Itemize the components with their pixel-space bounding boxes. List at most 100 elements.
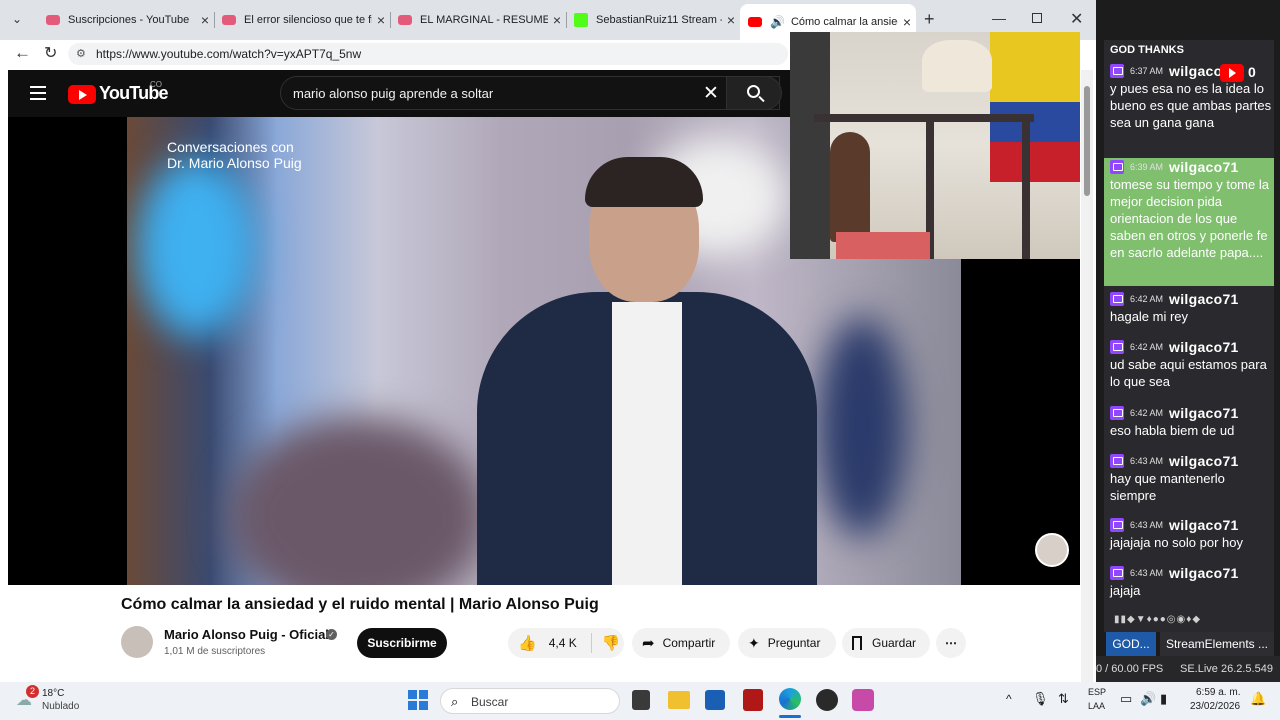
battery-icon[interactable]: ▮ [1160,691,1167,707]
weather-desc[interactable]: Nublado [42,701,79,712]
close-icon[interactable]: × [722,12,740,28]
chat-dock: GOD THANKS 6:37 AM wilgaco71 y pues esa n… [1104,40,1274,632]
taskbar-search[interactable]: ⌕ Buscar [440,688,620,714]
twitch-icon [1110,64,1124,78]
obs-icon[interactable] [816,689,838,711]
site-info-icon[interactable]: ⚙ [76,47,86,60]
dock-tab-streamelements[interactable]: StreamElements ... [1160,632,1274,656]
cam-cowboy-hat [922,40,992,92]
subscribe-button[interactable]: Suscribirme [357,628,447,658]
channel-name[interactable]: Mario Alonso Puig - Oficial [164,627,329,642]
msg-user: wilgaco71 [1169,565,1239,581]
back-arrow-icon[interactable]: ← [14,43,31,63]
maximize-icon[interactable] [1032,13,1042,23]
msg-user: wilgaco71 [1169,517,1239,533]
youtube-badge-count: 0 [1248,64,1256,80]
tray-chevron-icon[interactable]: ^ [1006,692,1012,706]
reload-icon[interactable]: ↻ [44,43,57,63]
tab-list-chevron-icon[interactable]: ⌄ [12,12,22,26]
cam-flag-yellow [990,32,1080,102]
subscriber-count: 1,01 M de suscriptores [164,646,266,657]
msg-text: ud sabe aqui estamos para lo que sea [1110,357,1267,389]
scrollbar-thumb[interactable] [1084,86,1090,196]
channel-watermark-avatar[interactable] [1035,533,1069,567]
chat-message: 6:42 AM wilgaco71 ud sabe aqui estamos pa… [1104,338,1274,390]
msg-text: y pues esa no es la idea lo bueno es que… [1110,81,1272,130]
youtube-favicon-icon [398,15,412,25]
msg-text: jajajaja no solo por hoy [1110,535,1243,550]
youtube-favicon-icon [46,15,60,25]
share-button[interactable]: ➦ Compartir [632,628,730,658]
clock-time[interactable]: 6:59 a. m. [1196,687,1240,698]
like-icon[interactable]: 👍 [518,634,537,652]
store-icon[interactable] [705,690,725,710]
close-icon[interactable]: × [548,12,566,28]
speaker-icon[interactable]: 🔊 [770,15,785,29]
clear-search-icon[interactable]: ✕ [703,82,719,105]
active-app-indicator [779,715,801,718]
chat-app-icon[interactable] [852,689,874,711]
save-label: Guardar [872,636,917,650]
emote-row-icons: ▮▮◆▼♦●●◎◉♦◆ [1114,614,1202,625]
search-input[interactable]: mario alonso puig aprende a soltar ✕ [280,76,780,110]
file-explorer-icon[interactable] [668,691,690,709]
close-icon[interactable]: × [372,12,390,28]
language-code[interactable]: ESP [1088,687,1106,697]
tab-title: Cómo calmar la ansieda [790,16,898,28]
taskbar: ☁ 2 18°C Nublado ⌕ Buscar ^ 🎙 ⇅ ESP LAA … [0,682,1280,720]
search-button[interactable] [726,76,782,110]
channel-avatar[interactable] [121,626,153,658]
tab-subscriptions[interactable]: Suscripciones - YouTube × [38,6,214,34]
new-tab-plus-icon[interactable]: + [924,9,935,30]
clock-date[interactable]: 23/02/2026 [1190,701,1240,712]
msg-user: wilgaco71 [1169,339,1239,355]
tab-title: Suscripciones - YouTube [68,14,190,26]
search-icon-handle [758,95,765,103]
chat-header: GOD THANKS [1110,44,1184,56]
share-icon: ➦ [642,635,655,652]
task-view-icon[interactable] [632,690,650,710]
edge-browser-icon[interactable] [779,688,801,710]
tab-sebastian-stream[interactable]: SebastianRuiz11 Stream - W × [566,6,740,34]
speaker-shirt [612,302,682,585]
msg-time: 6:43 AM [1130,520,1164,530]
ask-button[interactable]: ✦ Preguntar [738,628,836,658]
like-divider [590,633,592,653]
url-field[interactable]: ⚙ https://www.youtube.com/watch?v=yxAPT7… [68,43,788,65]
obs-status-bar: 0 / 60.00 FPS SE.Live 26.2.5.549 [1096,656,1280,682]
msg-text: eso habla biem de ud [1110,423,1235,438]
network-icon[interactable]: ⇅ [1058,691,1069,707]
more-actions-icon[interactable]: ⋯ [936,628,966,658]
youtube-logo-icon[interactable] [68,85,96,104]
app-icon[interactable] [743,689,763,711]
twitch-icon [1110,340,1124,354]
volume-icon[interactable]: 🔊 [1140,691,1156,707]
page-scrollbar[interactable] [1081,70,1093,682]
dock-tab-god[interactable]: GOD... [1106,632,1156,656]
youtube-favicon-icon [222,15,236,25]
close-icon[interactable]: × [898,14,916,30]
microphone-icon[interactable]: 🎙 [1032,691,1049,707]
close-window-icon[interactable]: ✕ [1070,9,1083,29]
tab-error-silencioso[interactable]: El error silencioso que te fren × [214,6,390,34]
language-layout[interactable]: LAA [1088,701,1105,711]
tab-title: SebastianRuiz11 Stream - W [596,14,722,26]
windows-start-icon[interactable] [408,690,428,710]
overlay-line-1: Conversaciones con [167,139,294,155]
msg-text: hagale mi rey [1110,309,1189,324]
minimize-icon[interactable]: — [992,10,1006,26]
close-icon[interactable]: × [196,12,214,28]
version-readout: SE.Live 26.2.5.549 [1180,663,1273,675]
notifications-icon[interactable]: 🔔 [1250,691,1266,707]
video-blur-light [137,157,257,337]
video-blur-foreground [227,417,487,585]
weather-temp[interactable]: 18°C [42,688,64,699]
chat-message: 6:42 AM wilgaco71 hagale mi rey [1104,290,1274,325]
save-button[interactable]: Guardar [842,628,930,658]
dislike-icon[interactable]: 👎 [602,634,621,652]
twitch-icon [1110,566,1124,580]
display-icon[interactable]: ▭ [1120,691,1132,707]
menu-icon[interactable] [30,86,46,100]
tab-el-marginal[interactable]: EL MARGINAL - RESUMEN D × [390,6,566,34]
like-count[interactable]: 4,4 K [549,636,577,650]
